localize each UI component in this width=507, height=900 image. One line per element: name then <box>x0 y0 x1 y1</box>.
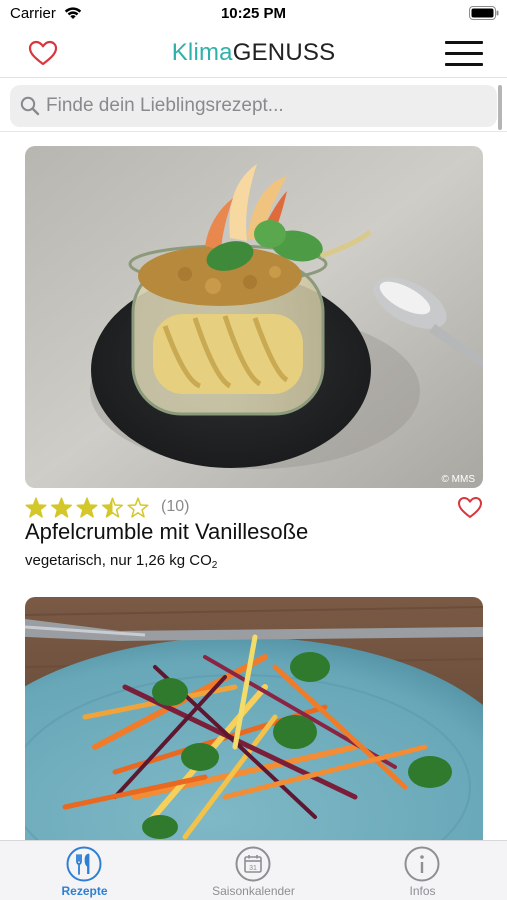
recipe-subtitle: vegetarisch, nur 1,26 kg CO2 <box>25 552 217 571</box>
status-bar: Carrier 10:25 PM <box>0 0 507 28</box>
tab-infos[interactable]: Infos <box>338 841 507 900</box>
app-logo: KlimaGENUSS <box>0 39 507 67</box>
tab-rezepte[interactable]: Rezepte <box>0 841 169 900</box>
search-icon <box>20 96 40 116</box>
star-rating <box>25 497 149 518</box>
star-1 <box>25 497 47 518</box>
scrollbar[interactable] <box>498 85 502 130</box>
search-field[interactable] <box>10 85 497 127</box>
tab-label: Infos <box>409 884 436 898</box>
carrot-salad-photo <box>25 597 483 840</box>
logo-genuss: GENUSS <box>232 39 336 66</box>
logo-klima: Klima <box>171 39 233 66</box>
image-credit: © MMS <box>442 474 476 485</box>
recipe-card[interactable] <box>25 597 483 840</box>
tab-label: Rezepte <box>61 884 108 898</box>
star-4 <box>101 497 124 518</box>
recipe-card[interactable]: © MMS (10) Apfelcrumble mit Vanillesoße … <box>25 146 483 576</box>
search-input[interactable] <box>46 85 486 127</box>
navigation-bar: KlimaGENUSS <box>0 28 507 78</box>
heart-outline-icon[interactable] <box>457 496 483 519</box>
search-bar <box>0 80 507 132</box>
tab-saisonkalender[interactable]: 31 Saisonkalender <box>169 841 338 900</box>
recipe-subtitle-text: vegetarisch, nur 1,26 kg CO <box>25 552 212 569</box>
recipe-title[interactable]: Apfelcrumble mit Vanillesoße <box>25 519 308 545</box>
hamburger-menu-icon[interactable] <box>445 40 483 68</box>
star-5 <box>127 497 149 518</box>
tab-bar: Rezepte 31 Saisonkalender Infos <box>0 840 507 900</box>
svg-text:31: 31 <box>249 865 257 872</box>
calendar-icon: 31 <box>235 846 271 882</box>
cutlery-icon <box>66 846 102 882</box>
recipe-image[interactable]: © MMS <box>25 146 483 488</box>
battery-icon <box>469 6 499 20</box>
recipe-image[interactable] <box>25 597 483 840</box>
tab-label: Saisonkalender <box>212 884 295 898</box>
status-time: 10:25 PM <box>220 5 287 22</box>
star-2 <box>50 497 73 518</box>
info-icon <box>404 846 440 882</box>
apple-crumble-photo: © MMS <box>25 146 483 488</box>
rating-row: (10) <box>25 496 483 520</box>
star-3 <box>76 497 98 518</box>
co2-subscript: 2 <box>211 560 218 571</box>
rating-count: (10) <box>161 498 190 515</box>
